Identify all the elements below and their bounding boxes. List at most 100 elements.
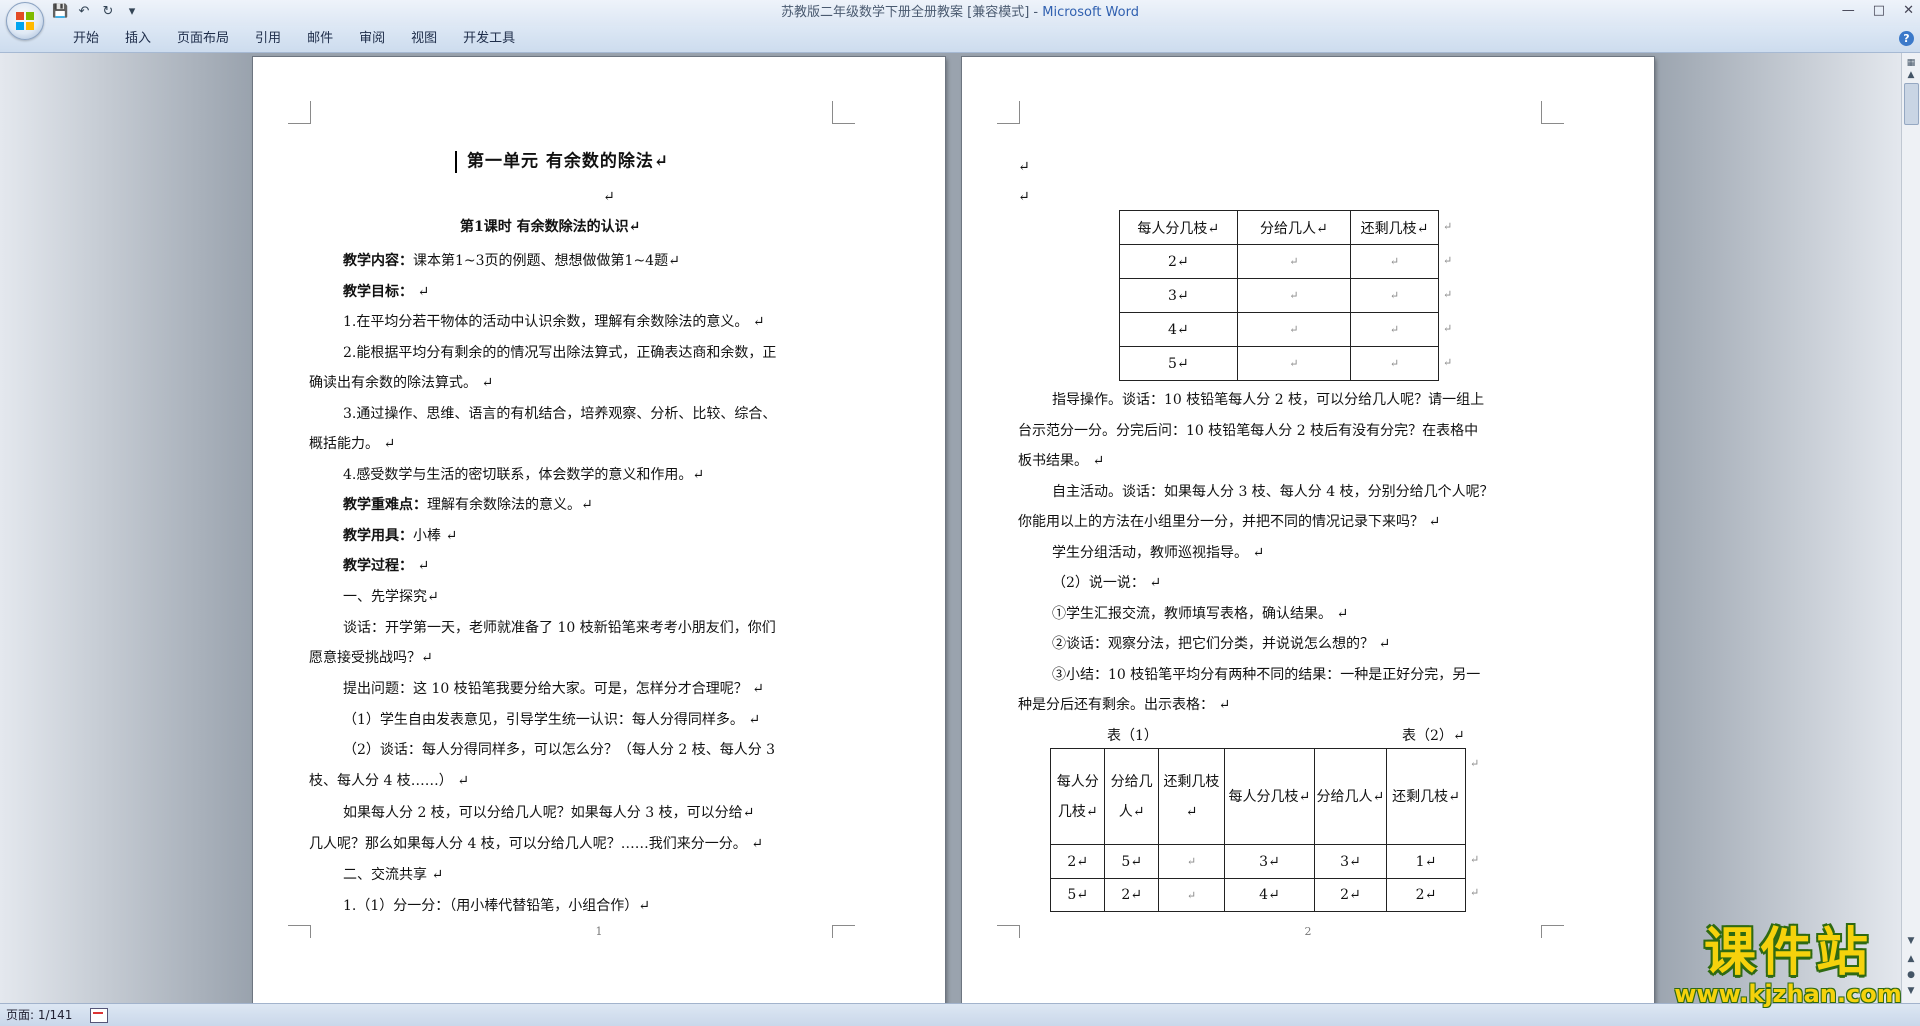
- text-line: 教学目标： ↵: [343, 284, 430, 300]
- tab-review[interactable]: 审阅: [346, 26, 398, 52]
- text-line: 谈话：开学第一天，老师就准备了 10 枝新铅笔来考考小朋友们，你们: [343, 620, 776, 636]
- row-end-mark: ↵: [1443, 254, 1453, 267]
- tab-page-layout[interactable]: 页面布局: [164, 26, 242, 52]
- table-cell: 2↵: [1313, 878, 1387, 912]
- text-line: （1）学生自由发表意见，引导学生统一认识：每人分得同样多。 ↵: [343, 712, 761, 728]
- table-cell: 5↵: [1119, 346, 1238, 381]
- text-line: ②谈话：观察分法，把它们分类，并说说怎么想的？ ↵: [1052, 636, 1391, 652]
- tab-insert[interactable]: 插入: [112, 26, 164, 52]
- row-end-mark: ↵: [1470, 853, 1480, 866]
- vertical-scrollbar[interactable]: ▦ ▲ ▼ ▲ ● ▼: [1901, 53, 1920, 1003]
- table-cell: ↵: [1236, 244, 1352, 279]
- paragraph-mark: ↵: [1018, 159, 1030, 175]
- proofing-status-icon[interactable]: [90, 1008, 108, 1023]
- undo-icon[interactable]: ↶: [76, 4, 92, 20]
- status-bar: 页面: 1/141: [0, 1003, 1920, 1026]
- page-count-status[interactable]: 页面: 1/141: [6, 1004, 72, 1026]
- table-cell: 5↵: [1104, 844, 1159, 879]
- table-row: 2↵ ↵ ↵: [1119, 244, 1439, 279]
- table-header: 分给几人↵: [1104, 748, 1159, 845]
- table-cell: ↵: [1236, 346, 1352, 381]
- watermark: 课件站 www.kjzhan.com: [1668, 925, 1908, 1007]
- table-row: 4↵ ↵ ↵: [1119, 312, 1439, 347]
- lesson-title: 第1课时 有余数除法的认识↵: [460, 219, 641, 235]
- table-header: 还剩几枝↵: [1385, 748, 1467, 845]
- table-cell: ↵: [1350, 346, 1439, 381]
- table-header: 每人分几枝↵: [1049, 748, 1106, 845]
- tab-home[interactable]: 开始: [60, 26, 112, 52]
- table-cell: 3↵: [1313, 844, 1387, 879]
- table-row: 5↵ ↵ ↵: [1119, 346, 1439, 381]
- text-line: 教学内容：课本第1~3页的例题、想想做做第1~4题↵: [343, 253, 680, 269]
- redo-icon[interactable]: ↻: [100, 4, 116, 20]
- table-cell: 4↵: [1224, 878, 1315, 912]
- window-controls: — □ ✕: [1842, 3, 1914, 18]
- text-line: 1.（1）分一分：（用小棒代替铅笔，小组合作）↵: [343, 898, 650, 914]
- table-caption: 表（2）↵: [1402, 728, 1465, 744]
- table-row: 2↵ 5↵ ↵ 3↵ 3↵ 1↵: [1049, 844, 1467, 879]
- window-title: 苏教版二年级数学下册全册教案 [兼容模式] - Microsoft Word: [0, 0, 1920, 26]
- text-line: 教学过程： ↵: [343, 558, 430, 574]
- table-cell: ↵: [1157, 844, 1226, 879]
- table-cell: 3↵: [1224, 844, 1315, 879]
- tab-references[interactable]: 引用: [242, 26, 294, 52]
- office-logo-icon: [16, 12, 34, 30]
- text-line: ③小结：10 枝铅笔平均分有两种不同的结果：一种是正好分完，另一: [1052, 667, 1481, 683]
- text-line: 4.感受数学与生活的密切联系，体会数学的意义和作用。↵: [343, 467, 705, 483]
- row-end-mark: ↵: [1443, 288, 1453, 301]
- scroll-up-icon[interactable]: ▲: [1903, 67, 1919, 83]
- text-line: ①学生汇报交流，教师填写表格，确认结果。 ↵: [1052, 606, 1349, 622]
- text-line: 种是分后还有剩余。出示表格： ↵: [1018, 697, 1231, 713]
- page-number: 1: [595, 925, 603, 938]
- table-header: 每人分几枝↵: [1119, 210, 1238, 245]
- page-number: 2: [1304, 925, 1312, 938]
- table-cell: 2↵: [1385, 878, 1467, 912]
- text-line: 如果每人分 2 枝，可以分给几人呢？如果每人分 3 枝，可以分给↵: [343, 805, 755, 821]
- customize-toolbar-icon[interactable]: ▾: [124, 4, 140, 20]
- page-2: ↵ ↵ 每人分几枝↵ 分给几人↵ 还剩几枝↵ 2↵ ↵ ↵ 3↵ ↵ ↵ 4↵ …: [962, 57, 1654, 1003]
- ribbon-tabs: 开始 插入 页面布局 引用 邮件 审阅 视图 开发工具: [60, 26, 528, 52]
- quick-access-toolbar: 💾 ↶ ↻ ▾: [52, 4, 140, 20]
- table-header-row: 每人分几枝↵ 分给几人↵ 还剩几枝↵ 每人分几枝↵ 分给几人↵ 还剩几枝↵: [1049, 748, 1467, 845]
- text-line: 愿意接受挑战吗？↵: [309, 650, 433, 666]
- minimize-icon[interactable]: —: [1842, 3, 1855, 18]
- text-line: 几人呢？那么如果每人分 4 枝，可以分给几人呢？……我们来分一分。 ↵: [309, 836, 763, 852]
- crop-mark: [832, 101, 855, 124]
- tab-view[interactable]: 视图: [398, 26, 450, 52]
- table-caption: 表（1）: [1107, 728, 1158, 744]
- tab-mailings[interactable]: 邮件: [294, 26, 346, 52]
- text-line: （2）说一说： ↵: [1052, 575, 1162, 591]
- text-line: 二、交流共享 ↵: [343, 867, 444, 883]
- table-cell: ↵: [1350, 244, 1439, 279]
- crop-mark: [288, 101, 311, 124]
- text-line: 自主活动。谈话：如果每人分 3 枝、每人分 4 枝，分别分给几个人呢？: [1052, 484, 1494, 500]
- row-end-mark: ↵: [1443, 356, 1453, 369]
- watermark-url: www.kjzhan.com: [1674, 980, 1902, 1008]
- text-line: 指导操作。谈话：10 枝铅笔每人分 2 枝，可以分给几人呢？请一组上: [1052, 392, 1485, 408]
- document-title: 苏教版二年级数学下册全册教案 [兼容模式] -: [781, 5, 1043, 20]
- text-line: 你能用以上的方法在小组里分一分，并把不同的情况记录下来吗？ ↵: [1018, 514, 1441, 530]
- table-1: 每人分几枝↵ 分给几人↵ 还剩几枝↵ 2↵ ↵ ↵ 3↵ ↵ ↵ 4↵ ↵ ↵ …: [1119, 210, 1439, 381]
- row-end-mark: ↵: [1470, 886, 1480, 899]
- row-end-mark: ↵: [1443, 322, 1453, 335]
- table-cell: 2↵: [1049, 844, 1106, 879]
- maximize-icon[interactable]: □: [1873, 3, 1885, 18]
- scroll-thumb[interactable]: [1904, 83, 1919, 125]
- text-line: 1.在平均分若干物体的活动中认识余数，理解有余数除法的意义。 ↵: [343, 314, 765, 330]
- text-line: 提出问题：这 10 枝铅笔我要分给大家。可是，怎样分才合理呢？ ↵: [343, 681, 764, 697]
- table-cell: ↵: [1236, 312, 1352, 347]
- row-end-mark: ↵: [1443, 220, 1453, 233]
- app-name: Microsoft Word: [1042, 5, 1139, 20]
- table-header: 分给几人↵: [1313, 748, 1387, 845]
- text-line: 台示范分一分。分完后问：10 枝铅笔每人分 2 枝后有没有分完？在表格中: [1018, 423, 1479, 439]
- save-icon[interactable]: 💾: [52, 4, 68, 20]
- help-icon[interactable]: ?: [1899, 31, 1914, 46]
- table-cell: 4↵: [1119, 312, 1238, 347]
- close-icon[interactable]: ✕: [1903, 3, 1914, 18]
- text-line: 教学用具：小棒 ↵: [343, 528, 458, 544]
- ribbon: 开始 插入 页面布局 引用 邮件 审阅 视图 开发工具 ?: [0, 26, 1920, 53]
- office-button[interactable]: [6, 2, 44, 40]
- title-bar: 苏教版二年级数学下册全册教案 [兼容模式] - Microsoft Word 💾…: [0, 0, 1920, 26]
- tab-developer[interactable]: 开发工具: [450, 26, 528, 52]
- table-header: 分给几人↵: [1236, 210, 1352, 245]
